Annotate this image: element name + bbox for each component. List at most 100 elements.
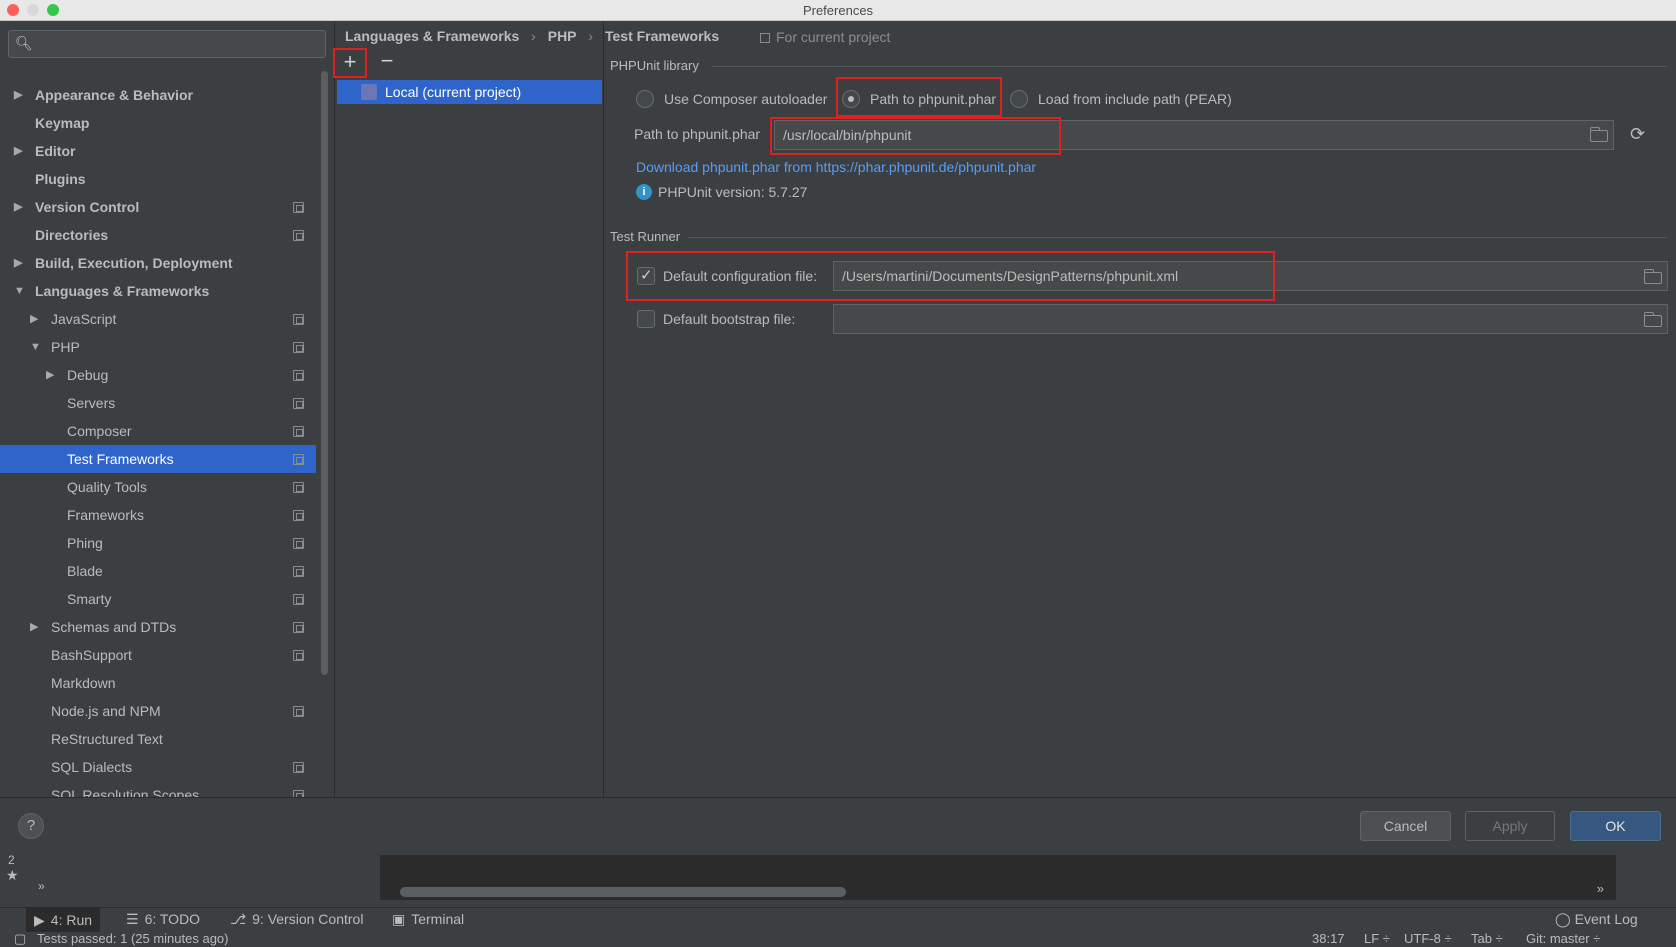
tab-label: Event Log xyxy=(1574,911,1638,927)
tree-item[interactable]: Node.js and NPM xyxy=(0,697,316,725)
tree-item-label: Test Frameworks xyxy=(67,451,174,467)
project-scope-icon xyxy=(293,202,304,213)
tree-item[interactable]: Test Frameworks xyxy=(0,445,316,473)
tree-item[interactable]: ▶ Build, Execution, Deployment xyxy=(0,249,316,277)
indent-setting[interactable]: Tab ÷ xyxy=(1471,931,1503,946)
settings-tree-pane: 🔍︎ ▶ Appearance & Behavior Keymap ▶ Editor Pl… xyxy=(0,21,335,803)
tree-item-label: Composer xyxy=(67,423,132,439)
tree-item-label: ReStructured Text xyxy=(51,731,163,747)
default-bootstrap-checkbox[interactable] xyxy=(637,310,655,328)
tree-item[interactable]: Smarty xyxy=(0,585,316,613)
tree-item-label: BashSupport xyxy=(51,647,132,663)
tree-item[interactable]: ▶ Schemas and DTDs xyxy=(0,613,316,641)
project-scope-icon xyxy=(293,454,304,465)
tree-item[interactable]: Frameworks xyxy=(0,501,316,529)
breadcrumb-languages: Languages & Frameworks xyxy=(345,28,520,44)
list-item-local-project[interactable]: Local (current project) xyxy=(337,80,602,104)
tree-item-label: Blade xyxy=(67,563,103,579)
tree-item[interactable]: ▶ Appearance & Behavior xyxy=(0,81,316,109)
tree-item[interactable]: ▶ Version Control xyxy=(0,193,316,221)
tab-terminal[interactable]: ▣ Terminal xyxy=(392,911,464,928)
title-bar: Preferences xyxy=(0,0,1676,21)
tree-item[interactable]: ▶ Editor xyxy=(0,137,316,165)
php-icon xyxy=(361,84,377,100)
default-bootstrap-input[interactable] xyxy=(833,304,1668,334)
tab-label: 9: Version Control xyxy=(252,911,364,927)
tree-item-label: Appearance & Behavior xyxy=(35,87,193,103)
tree-item[interactable]: Servers xyxy=(0,389,316,417)
search-icon: 🔍︎ xyxy=(15,35,33,51)
test-runner-title: Test Runner xyxy=(610,229,681,244)
tree-item-label: Keymap xyxy=(35,115,90,131)
project-scope-icon xyxy=(293,510,304,521)
file-encoding[interactable]: UTF-8 ÷ xyxy=(1404,931,1452,946)
project-scope-icon xyxy=(293,398,304,409)
tree-item[interactable]: Markdown xyxy=(0,669,316,697)
tree-item[interactable]: SQL Dialects xyxy=(0,753,316,781)
tree-item[interactable]: Quality Tools xyxy=(0,473,316,501)
folder-icon[interactable] xyxy=(1590,127,1608,142)
git-branch[interactable]: Git: master ÷ xyxy=(1526,931,1600,946)
folder-icon[interactable] xyxy=(1644,269,1662,284)
chevron-down-icon[interactable]: ▼ xyxy=(30,333,41,361)
radio-label: Use Composer autoloader xyxy=(664,91,828,107)
tree-item[interactable]: BashSupport xyxy=(0,641,316,669)
remove-configuration-button[interactable]: − xyxy=(377,50,397,72)
tree-item[interactable]: Blade xyxy=(0,557,316,585)
chevron-right-icon[interactable]: ▶ xyxy=(46,361,54,389)
project-scope-icon xyxy=(293,314,304,325)
tab-run[interactable]: ▶ 4: Run xyxy=(26,908,101,932)
tree-item[interactable]: Plugins xyxy=(0,165,316,193)
chevron-right-icon[interactable]: ▶ xyxy=(14,137,22,165)
tree-item[interactable]: Composer xyxy=(0,417,316,445)
tree-item-label: Schemas and DTDs xyxy=(51,619,177,635)
star-icon[interactable]: ★ xyxy=(6,867,19,884)
tree-item[interactable]: Phing xyxy=(0,529,316,557)
radio-button[interactable] xyxy=(1010,90,1028,108)
apply-button[interactable]: Apply xyxy=(1465,811,1555,841)
line-separator[interactable]: LF ÷ xyxy=(1364,931,1390,946)
tree-item[interactable]: ReStructured Text xyxy=(0,725,316,753)
tree-item[interactable]: ▶ JavaScript xyxy=(0,305,316,333)
project-scope-icon xyxy=(293,706,304,717)
chevron-right-icon[interactable]: ▶ xyxy=(14,193,22,221)
project-scope-icon xyxy=(293,538,304,549)
breadcrumb-php: PHP xyxy=(547,28,577,44)
refresh-icon[interactable]: ⟳ xyxy=(1630,124,1645,145)
expand-chevron-icon[interactable]: » xyxy=(38,879,45,893)
radio-button[interactable] xyxy=(636,90,654,108)
folder-icon[interactable] xyxy=(1644,312,1662,327)
ok-button[interactable]: OK xyxy=(1570,811,1661,841)
console-scrollbar[interactable] xyxy=(400,887,846,897)
event-log-tab[interactable]: ◯ Event Log xyxy=(1555,911,1638,928)
tree-item[interactable]: ▼ PHP xyxy=(0,333,316,361)
tree-item[interactable]: ▼ Languages & Frameworks xyxy=(0,277,316,305)
tree-item-label: SQL Dialects xyxy=(51,759,133,775)
chevron-right-icon[interactable]: ▶ xyxy=(14,81,22,109)
tree-item-label: Editor xyxy=(35,143,76,159)
tree-item[interactable]: Directories xyxy=(0,221,316,249)
tree-item-label: Build, Execution, Deployment xyxy=(35,255,233,271)
tree-item[interactable]: Keymap xyxy=(0,109,316,137)
chevron-right-icon[interactable]: ▶ xyxy=(14,249,22,277)
tree-scrollbar[interactable] xyxy=(321,71,328,675)
tab-version-control[interactable]: ⎇ 9: Version Control xyxy=(230,911,363,928)
chevron-right-icon[interactable]: ▶ xyxy=(30,613,38,641)
settings-search-input[interactable]: 🔍︎ xyxy=(8,30,326,58)
cancel-button[interactable]: Cancel xyxy=(1360,811,1451,841)
tab-todo[interactable]: ☰ 6: TODO xyxy=(126,911,200,928)
expand-chevron-icon[interactable]: » xyxy=(1597,881,1604,896)
breadcrumb-separator: › xyxy=(531,28,536,44)
play-icon: ▶ xyxy=(34,912,45,928)
download-phpunit-link[interactable]: Download phpunit.phar from https://phar.… xyxy=(636,159,1036,175)
chevron-right-icon[interactable]: ▶ xyxy=(30,305,38,333)
tree-item[interactable]: ▶ Debug xyxy=(0,361,316,389)
add-configuration-button[interactable]: + xyxy=(333,48,367,78)
project-scope-icon xyxy=(293,370,304,381)
project-scope-icon xyxy=(293,230,304,241)
default-bootstrap-label: Default bootstrap file: xyxy=(663,311,796,327)
cursor-position[interactable]: 38:17 xyxy=(1312,931,1345,946)
help-button[interactable]: ? xyxy=(18,813,44,839)
chevron-down-icon[interactable]: ▼ xyxy=(14,277,25,305)
tree-item-label: Node.js and NPM xyxy=(51,703,161,719)
